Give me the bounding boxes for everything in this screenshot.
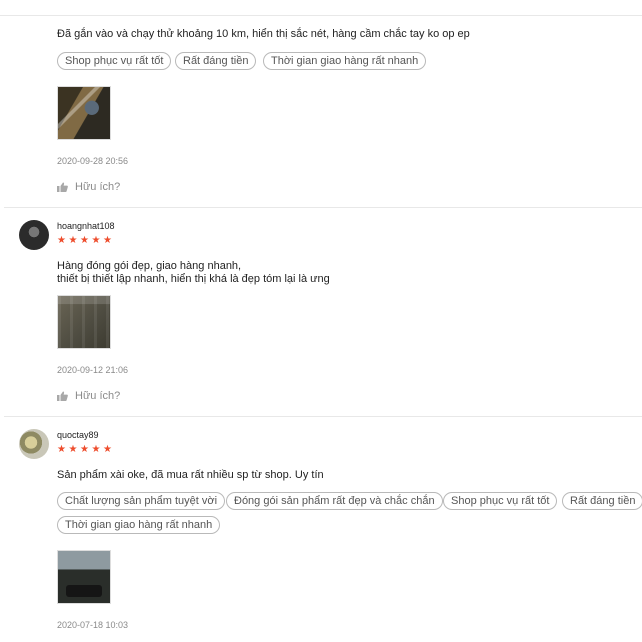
star-icon: ★: [57, 235, 66, 246]
review-date: 2020-07-18 10:03: [57, 620, 129, 630]
review-tag: Thời gian giao hàng rất nhanh: [57, 516, 221, 534]
review-divider: [4, 207, 642, 208]
rating-stars: ★ ★ ★ ★ ★: [57, 444, 115, 455]
review-tag: Chất lượng sản phẩm tuyệt vời: [57, 492, 226, 510]
rating-stars: ★ ★ ★ ★ ★: [57, 235, 115, 246]
review-tag: Shop phục vụ rất tốt: [57, 52, 172, 70]
star-icon: ★: [103, 444, 112, 455]
thumbs-up-icon: [57, 391, 68, 401]
review-tag: Shop phục vụ rất tốt: [443, 492, 558, 510]
review-tag: Đóng gói sản phẩm rất đẹp và chắc chắn: [226, 492, 443, 510]
review-tag: Rất đáng tiền: [175, 52, 257, 70]
star-icon: ★: [57, 444, 66, 455]
star-icon: ★: [91, 235, 101, 246]
review-content: Sản phẩm xài oke, đã mua rất nhiều sp từ…: [57, 469, 324, 481]
helpful-button[interactable]: Hữu ích?: [57, 181, 120, 193]
star-icon: ★: [103, 235, 112, 246]
review-username: quoctay89: [57, 430, 99, 440]
review-content: Đã gắn vào và chạy thử khoảng 10 km, hiể…: [57, 28, 470, 40]
helpful-label: Hữu ích?: [75, 390, 121, 402]
review-photo[interactable]: [57, 550, 111, 604]
review-photo[interactable]: [57, 86, 111, 140]
review-date: 2020-09-12 21:06: [57, 365, 129, 375]
avatar[interactable]: [19, 220, 49, 250]
thumbs-up-icon: [57, 182, 68, 192]
star-icon: ★: [68, 235, 78, 246]
review-tag: Thời gian giao hàng rất nhanh: [263, 52, 427, 70]
review-tag: Rất đáng tiền: [562, 492, 642, 510]
helpful-button[interactable]: Hữu ích?: [57, 390, 120, 402]
product-reviews-page: Đã gắn vào và chạy thử khoảng 10 km, hiể…: [0, 0, 642, 642]
avatar[interactable]: [19, 429, 49, 459]
star-icon: ★: [68, 444, 78, 455]
review-date: 2020-09-28 20:56: [57, 156, 129, 166]
top-divider: [0, 15, 642, 16]
star-icon: ★: [80, 444, 89, 455]
star-icon: ★: [91, 444, 101, 455]
review-content: Hàng đóng gói đẹp, giao hàng nhanh, thiế…: [57, 260, 330, 285]
star-icon: ★: [80, 235, 89, 246]
review-photo[interactable]: [57, 295, 111, 349]
review-username: hoangnhat108: [57, 221, 115, 231]
helpful-label: Hữu ích?: [75, 181, 121, 193]
review-divider: [4, 416, 642, 417]
